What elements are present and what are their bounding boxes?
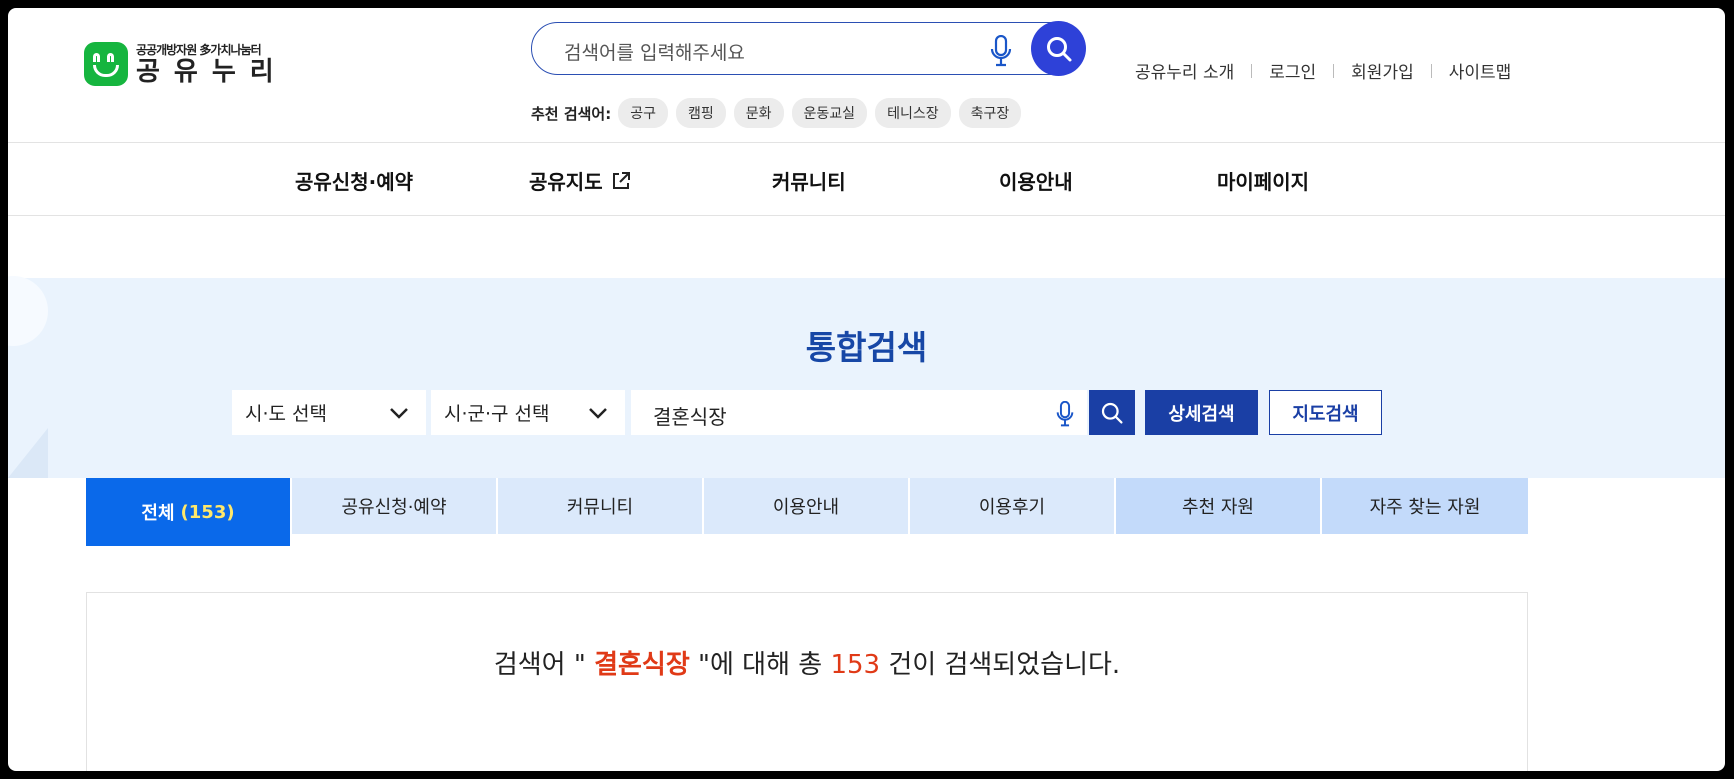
- util-link-about[interactable]: 공유누리 소개: [1135, 58, 1234, 83]
- header-search-button[interactable]: [1031, 21, 1086, 76]
- result-count: 153: [830, 650, 881, 680]
- keyword-tag[interactable]: 축구장: [958, 98, 1022, 128]
- page-title: 통합검색: [805, 328, 928, 367]
- gnb-item-mypage[interactable]: 마이페이지: [1217, 166, 1309, 195]
- mic-icon[interactable]: [1056, 400, 1074, 431]
- global-nav: 공유신청·예약 공유지도 커뮤니티 이용안내 마이페이지: [8, 142, 1725, 216]
- chevron-down-icon: [390, 408, 408, 419]
- main-search-value: 결혼식장: [653, 405, 727, 429]
- tab-all-label: 전체: [141, 503, 175, 524]
- logo-subtitle: 공공개방자원 多가치나눔터: [136, 42, 262, 57]
- keyword-tag[interactable]: 운동교실: [791, 98, 868, 128]
- search-banner: [8, 278, 1725, 478]
- util-link-login[interactable]: 로그인: [1269, 58, 1316, 83]
- keyword-tag[interactable]: 문화: [733, 98, 784, 128]
- gnb-item-map[interactable]: 공유지도: [529, 166, 631, 195]
- search-icon: [1046, 36, 1071, 61]
- divider: [1251, 63, 1253, 78]
- sigungu-select-label: 시·군·구 선택: [444, 403, 550, 425]
- gnb-item-community[interactable]: 커뮤니티: [772, 166, 846, 195]
- tab-apply[interactable]: 공유신청·예약: [292, 478, 497, 534]
- recommended-label: 추천 검색어:: [531, 104, 612, 123]
- map-search-button[interactable]: 지도검색: [1269, 390, 1382, 435]
- divider: [1333, 63, 1335, 78]
- tab-all-count: (153): [180, 501, 235, 523]
- mic-icon[interactable]: [990, 34, 1012, 71]
- gnb-item-apply[interactable]: 공유신청·예약: [295, 166, 413, 195]
- search-icon: [1101, 402, 1123, 424]
- result-summary: 검색어 " 결혼식장 "에 대해 총 153 건이 검색되었습니다.: [87, 644, 1527, 681]
- main-search-button[interactable]: [1089, 390, 1135, 435]
- gnb-item-map-label: 공유지도: [529, 170, 603, 194]
- sido-select[interactable]: 시·도 선택: [232, 390, 426, 435]
- keyword-tag[interactable]: 캠핑: [676, 98, 726, 128]
- logo-title: 공유누리: [136, 56, 288, 87]
- result-prefix: 검색어 ": [493, 650, 586, 680]
- gnb-item-guide[interactable]: 이용안내: [999, 166, 1073, 195]
- tab-frequent[interactable]: 자주 찾는 자원: [1322, 478, 1528, 534]
- tab-community[interactable]: 커뮤니티: [498, 478, 703, 534]
- decorative-shape: [8, 428, 48, 478]
- main-search-input[interactable]: 결혼식장: [631, 390, 1087, 435]
- site-logo[interactable]: 공공개방자원 多가치나눔터 공유누리: [84, 42, 288, 86]
- chevron-down-icon: [589, 408, 607, 419]
- keyword-tag[interactable]: 공구: [618, 98, 668, 128]
- detail-search-button[interactable]: 상세검색: [1145, 390, 1258, 435]
- logo-smile-icon: [84, 42, 128, 86]
- recommended-keywords: 추천 검색어: 공구 캠핑 문화 운동교실 테니스장 축구장: [531, 98, 1029, 128]
- result-suffix: 건이 검색되었습니다.: [888, 650, 1121, 680]
- util-link-signup[interactable]: 회원가입: [1351, 58, 1414, 83]
- tab-recommended[interactable]: 추천 자원: [1116, 478, 1321, 534]
- browser-frame: 공공개방자원 多가치나눔터 공유누리 검색어를 입력해주세요 추천 검색어: 공…: [8, 8, 1725, 771]
- external-link-icon: [612, 171, 630, 189]
- tab-all[interactable]: 전체 (153): [86, 478, 291, 546]
- tab-reviews[interactable]: 이용후기: [910, 478, 1115, 534]
- sigungu-select[interactable]: 시·군·구 선택: [431, 390, 625, 435]
- result-summary-box: 검색어 " 결혼식장 "에 대해 총 153 건이 검색되었습니다.: [86, 592, 1528, 771]
- result-keyword: 결혼식장: [594, 650, 690, 680]
- util-link-sitemap[interactable]: 사이트맵: [1449, 58, 1512, 83]
- tab-guide[interactable]: 이용안내: [704, 478, 909, 534]
- keyword-tag[interactable]: 테니스장: [875, 98, 951, 128]
- header-search-input[interactable]: 검색어를 입력해주세요: [564, 38, 745, 65]
- sido-select-label: 시·도 선택: [245, 403, 327, 425]
- header-search-box[interactable]: 검색어를 입력해주세요: [531, 21, 1086, 76]
- result-middle: "에 대해 총: [698, 650, 823, 680]
- divider: [1430, 63, 1432, 78]
- utility-nav: 공유누리 소개 로그인 회원가입 사이트맵: [1135, 58, 1511, 83]
